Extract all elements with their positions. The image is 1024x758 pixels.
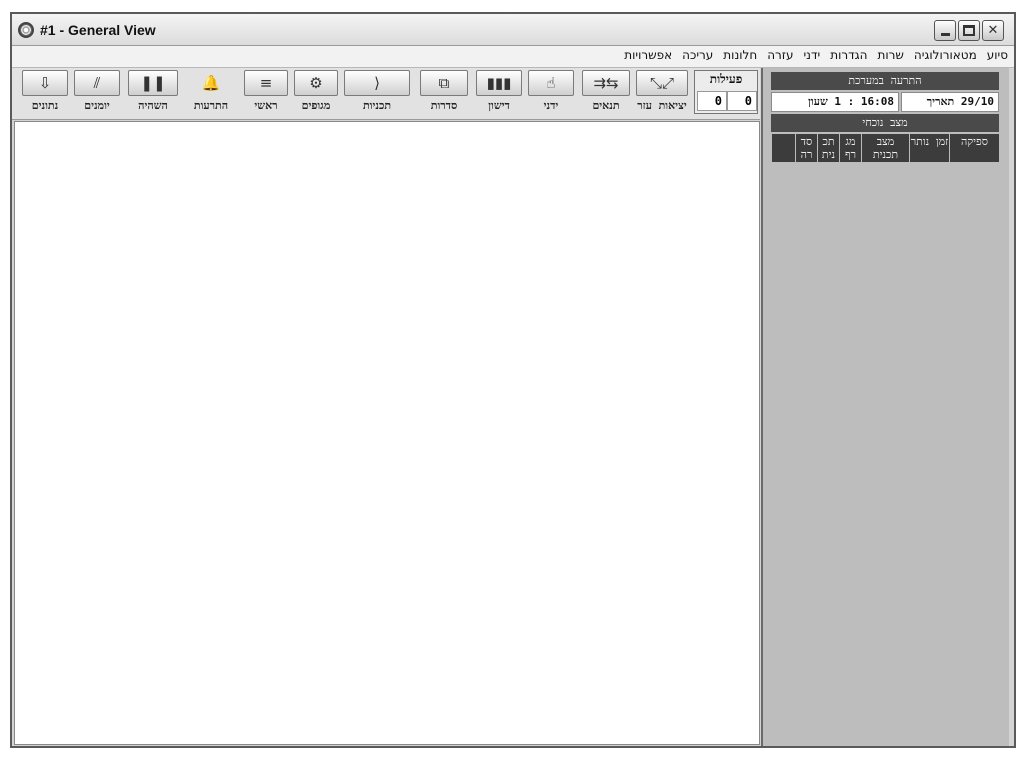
col-valve: מג רף — [839, 134, 861, 162]
alarms-button[interactable]: 🔔 התרעות — [188, 70, 234, 118]
valves-icon: ⚙ — [294, 70, 338, 96]
pause-label: השהיה — [138, 99, 168, 112]
manual-button[interactable]: ☝ ידני — [528, 70, 574, 118]
manual-hand-icon: ☝ — [528, 70, 574, 96]
menu-meteorology[interactable]: מטאורולוגיה — [914, 48, 977, 62]
time-field: 16:08 : 1 שעון — [771, 92, 899, 112]
datetime-row: 29/10 תאריך 16:08 : 1 שעון — [771, 92, 999, 112]
series-icon: ⧉ — [420, 70, 468, 96]
pause-button[interactable]: ❚❚ השהיה — [128, 70, 178, 118]
current-status-header: מצב נוכחי — [771, 114, 999, 132]
menu-service[interactable]: שרות — [877, 48, 903, 62]
activity-counter-value-b: 0 — [727, 91, 757, 111]
menu-options[interactable]: אפשרויות — [624, 48, 672, 62]
alarms-label: התרעות — [193, 99, 229, 112]
data-label: נתונים — [31, 99, 59, 112]
window-title: #1 - General View — [40, 22, 156, 38]
status-side-panel: התרעה במערכת 29/10 תאריך 16:08 : 1 שעון … — [761, 68, 1009, 746]
menu-settings[interactable]: הגדרות — [830, 48, 867, 62]
menu-edit[interactable]: עריכה — [682, 48, 713, 62]
menu-bar: אפשרויות עריכה חלונות עזרה ידני הגדרות ש… — [12, 46, 1014, 68]
aux-outputs-button[interactable]: ⤡⤢ יציאות עזר — [636, 70, 688, 118]
logs-label: יומנים — [84, 99, 110, 112]
system-alert-header[interactable]: התרעה במערכת — [771, 72, 999, 90]
conditions-button[interactable]: ⇉⇆ תנאים — [582, 70, 630, 118]
minimize-icon — [940, 33, 950, 36]
col-extra — [771, 134, 795, 162]
aux-outputs-label: יציאות עזר — [637, 99, 687, 112]
conditions-label: תנאים — [592, 99, 620, 112]
programs-label: תכניות — [362, 99, 392, 112]
main-lines-icon: ≡ — [244, 70, 288, 96]
activity-counter-value-a: 0 — [697, 91, 727, 111]
fertilization-icon: ▮▮▮ — [476, 70, 522, 96]
logs-button[interactable]: ⫽ יומנים — [74, 70, 120, 118]
series-button[interactable]: ⧉ סדרות — [420, 70, 468, 118]
menu-windows[interactable]: חלונות — [723, 48, 757, 62]
series-label: סדרות — [430, 99, 458, 112]
col-program: תכ נית — [817, 134, 839, 162]
main-window: #1 - General View ✕ אפשרויות עריכה חלונו… — [10, 12, 1016, 748]
menu-list: אפשרויות עריכה חלונות עזרה ידני הגדרות ש… — [624, 48, 1008, 62]
valves-button[interactable]: ⚙ מגופים — [294, 70, 338, 118]
title-bar[interactable]: #1 - General View ✕ — [12, 14, 1014, 46]
col-series: סד רה — [795, 134, 817, 162]
maximize-icon — [963, 25, 975, 36]
toolbar: ⤡⤢ יציאות עזר ⇉⇆ תנאים ☝ ידני ▮▮▮ דישון … — [12, 68, 760, 120]
app-logo-icon — [18, 22, 34, 38]
menu-assistance[interactable]: סיוע — [987, 48, 1008, 62]
aux-outputs-icon: ⤡⤢ — [636, 70, 688, 96]
pause-icon: ❚❚ — [128, 70, 178, 96]
programs-button[interactable]: ⟩ תכניות — [344, 70, 410, 118]
general-view-canvas[interactable] — [14, 121, 760, 745]
main-lines-button[interactable]: ≡ ראשי — [244, 70, 288, 118]
main-lines-label: ראשי — [254, 99, 278, 112]
minimize-button[interactable] — [934, 20, 956, 41]
data-download-icon: ⇩ — [22, 70, 68, 96]
col-program-status: מצב תכנית — [861, 134, 909, 162]
conditions-icon: ⇉⇆ — [582, 70, 630, 96]
fertilization-label: דישון — [488, 99, 510, 112]
logs-icon: ⫽ — [74, 70, 120, 96]
col-time-left: זמן נותר — [909, 134, 949, 162]
close-button[interactable]: ✕ — [982, 20, 1004, 41]
data-button[interactable]: ⇩ נתונים — [22, 70, 68, 118]
fertilization-button[interactable]: ▮▮▮ דישון — [476, 70, 522, 118]
manual-label: ידני — [543, 99, 559, 112]
programs-icon: ⟩ — [344, 70, 410, 96]
menu-manual[interactable]: ידני — [803, 48, 820, 62]
activity-counter: פעילות 0 0 — [694, 70, 758, 114]
activity-counter-title: פעילות — [709, 72, 743, 86]
alarm-bell-icon: 🔔 — [188, 70, 234, 96]
valves-label: מגופים — [301, 99, 331, 112]
col-flow: ספיקה — [949, 134, 999, 162]
close-icon: ✕ — [987, 23, 999, 38]
menu-help[interactable]: עזרה — [767, 48, 793, 62]
date-field: 29/10 תאריך — [901, 92, 999, 112]
maximize-button[interactable] — [958, 20, 980, 41]
status-table-header: ספיקה זמן נותר מצב תכנית מג רף תכ נית סד… — [771, 134, 999, 162]
